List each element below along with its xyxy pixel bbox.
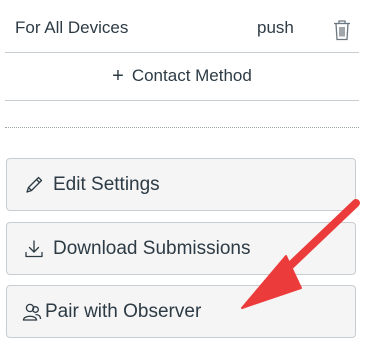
plus-icon: + xyxy=(112,64,124,87)
device-label: For All Devices xyxy=(15,18,129,37)
dotted-divider xyxy=(5,127,359,128)
add-contact-label: Contact Method xyxy=(131,66,252,85)
method-label: push xyxy=(257,18,294,37)
download-icon xyxy=(25,239,43,257)
download-submissions-button[interactable]: Download Submissions xyxy=(6,222,356,275)
edit-settings-button[interactable]: Edit Settings xyxy=(6,158,356,211)
trash-icon[interactable] xyxy=(332,19,352,41)
add-contact-method-link[interactable]: + Contact Method xyxy=(5,53,359,99)
edit-settings-label: Edit Settings xyxy=(53,173,160,195)
pencil-icon xyxy=(26,176,43,193)
pair-with-observer-label: Pair with Observer xyxy=(45,300,202,322)
section-divider xyxy=(5,100,359,101)
pair-with-observer-button[interactable]: Pair with Observer xyxy=(6,285,356,338)
contact-method-row: For All Devices push xyxy=(5,6,359,50)
download-submissions-label: Download Submissions xyxy=(53,237,251,259)
users-icon xyxy=(22,303,42,321)
